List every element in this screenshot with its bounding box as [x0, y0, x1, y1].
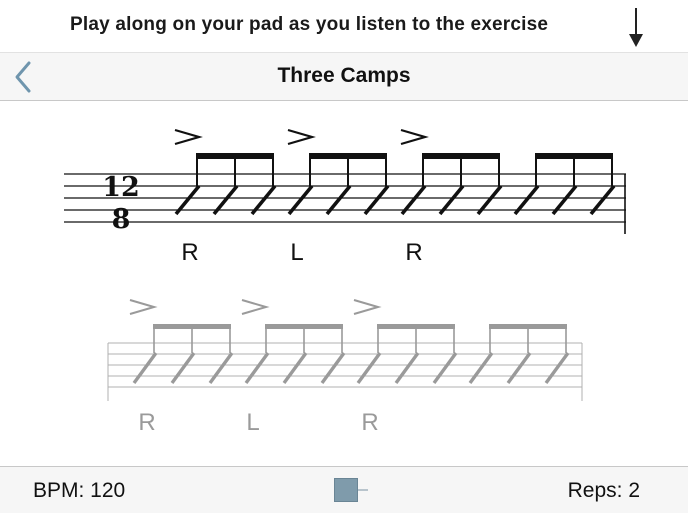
note-group: [513, 153, 616, 216]
playback-note-groups: [129, 299, 570, 385]
navigation-bar: Three Camps: [0, 52, 688, 101]
playback-slider[interactable]: [334, 478, 374, 502]
accent-mark: [353, 299, 382, 315]
playback-staff: R L R: [0, 285, 688, 445]
instruction-text: Play along on your pad as you listen to …: [70, 14, 549, 35]
playback-sticking-letter-3: R: [361, 409, 378, 436]
accent-mark: [287, 128, 316, 146]
note-group: [174, 128, 277, 216]
time-signature-top: 12: [102, 172, 140, 203]
slash-notehead: [394, 351, 420, 385]
bpm-label: BPM: 120: [33, 479, 126, 502]
slider-thumb[interactable]: [334, 478, 358, 502]
note-groups: [174, 128, 616, 216]
playback-svg: R L R: [107, 299, 583, 436]
playback-sticking-letter-1: R: [138, 409, 155, 436]
sticking-letter-3: R: [405, 239, 422, 266]
sticking-letter-2: L: [290, 239, 303, 266]
note-group: [287, 128, 390, 216]
note-group: [129, 299, 234, 385]
slash-notehead: [282, 351, 308, 385]
notation-svg: 12 8 R L R: [64, 128, 626, 266]
slash-notehead: [244, 351, 270, 385]
sticking-row: R L R: [181, 239, 422, 266]
note-group: [400, 128, 503, 216]
slash-notehead: [506, 351, 532, 385]
slash-notehead: [544, 351, 570, 385]
page-title: Three Camps: [277, 64, 411, 87]
slash-notehead: [432, 351, 458, 385]
bottom-toolbar: BPM: 120 Reps: 2: [0, 466, 688, 513]
accent-mark: [400, 128, 429, 146]
playback-sticking-row: R L R: [138, 409, 378, 436]
note-group: [241, 299, 346, 385]
accent-mark: [129, 299, 158, 315]
slash-notehead: [208, 351, 234, 385]
instruction-banner: Play along on your pad as you listen to …: [0, 0, 688, 52]
accent-mark: [174, 128, 203, 146]
note-group: [353, 299, 458, 385]
sticking-letter-1: R: [181, 239, 198, 266]
reps-label: Reps: 2: [567, 479, 640, 502]
down-arrow-icon: [629, 8, 643, 47]
slash-notehead: [132, 351, 158, 385]
notation-staff: 12 8 R L R: [0, 110, 688, 280]
playback-sticking-letter-2: L: [246, 409, 259, 436]
accent-mark: [241, 299, 270, 315]
slash-notehead: [170, 351, 196, 385]
time-signature-bottom: 8: [112, 204, 131, 235]
staff-lines: [64, 173, 626, 234]
slash-notehead: [356, 351, 382, 385]
slash-notehead: [320, 351, 346, 385]
slash-notehead: [468, 351, 494, 385]
